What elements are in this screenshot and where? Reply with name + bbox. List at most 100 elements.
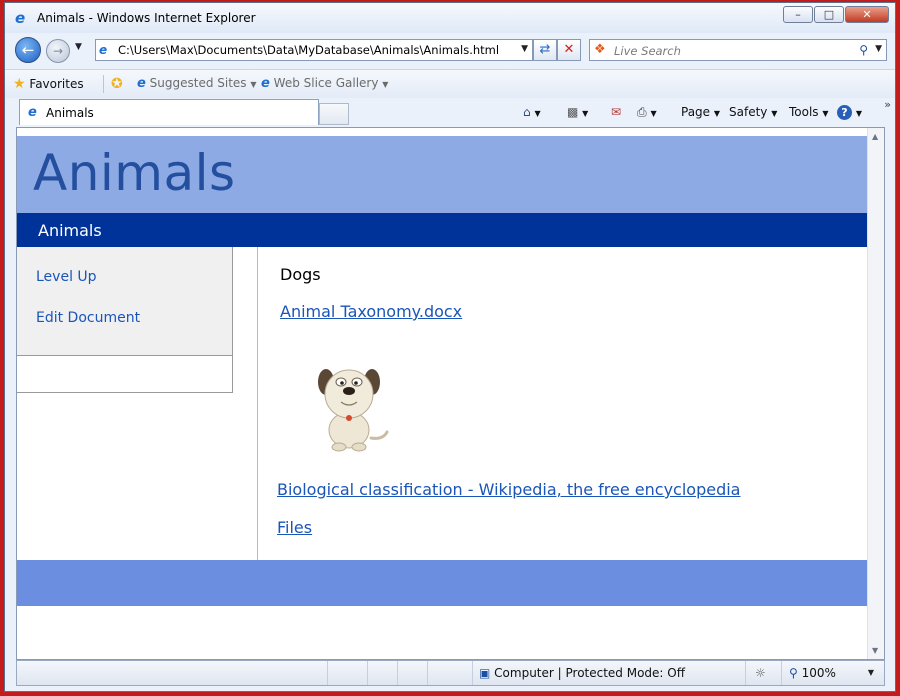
favorites-separator <box>103 75 104 93</box>
zoom-level[interactable]: ⚲ 100% <box>789 666 836 680</box>
refresh-icon: ⇄ <box>539 42 551 57</box>
left-navigation-panel: Level Up Edit Document <box>17 247 233 356</box>
page-icon: e <box>99 43 108 57</box>
favorites-star-icon: ★ <box>13 76 26 92</box>
zoom-label: 100% <box>801 666 836 680</box>
tools-menu[interactable]: Tools ▼ <box>789 105 829 119</box>
print-button[interactable]: ⎙ ▼ <box>637 105 657 120</box>
title-bar: e Animals - Windows Internet Explorer – … <box>5 3 895 33</box>
help-menu[interactable]: ? ▼ <box>837 105 862 120</box>
chevron-down-icon: ▼ <box>713 109 721 118</box>
magnifier-icon[interactable]: ⚲ <box>859 43 868 57</box>
vertical-scrollbar[interactable]: ▲ ▼ <box>867 128 884 659</box>
browser-window: e Animals - Windows Internet Explorer – … <box>4 2 896 692</box>
scroll-down-icon[interactable]: ▼ <box>872 646 878 655</box>
chevron-down-icon: ▼ <box>650 109 657 118</box>
suggested-sites-link[interactable]: e Suggested Sites ▼ <box>137 76 257 91</box>
biological-classification-link[interactable]: Biological classification - Wikipedia, t… <box>277 480 740 499</box>
security-zone-label: Computer | Protected Mode: Off <box>494 666 686 680</box>
forward-button[interactable]: → <box>46 39 70 63</box>
address-bar[interactable]: e C:\Users\Max\Documents\Data\MyDatabase… <box>95 39 533 61</box>
status-divider <box>745 661 746 685</box>
status-divider <box>781 661 782 685</box>
tab-page-icon: e <box>28 105 37 120</box>
favorites-button[interactable]: ★ Favorites <box>13 76 84 92</box>
minimize-button[interactable]: – <box>783 6 813 23</box>
chevron-down-icon: ▼ <box>250 80 257 89</box>
protected-mode-icon[interactable]: ☼ <box>755 666 766 680</box>
help-icon: ? <box>837 105 852 120</box>
add-favorites-icon: ✪ <box>111 76 123 92</box>
chevron-down-icon: ▼ <box>771 109 778 118</box>
ie-page-icon: e <box>261 76 270 91</box>
search-input[interactable]: Live Search <box>614 44 681 58</box>
status-divider <box>472 661 473 685</box>
scroll-up-icon[interactable]: ▲ <box>872 132 878 141</box>
status-bar: ▣ Computer | Protected Mode: Off ☼ ⚲ 100… <box>16 660 885 686</box>
status-divider <box>427 661 428 685</box>
status-divider <box>397 661 398 685</box>
chevron-down-icon: ▼ <box>582 109 589 118</box>
status-divider <box>367 661 368 685</box>
left-panel-empty-box <box>17 356 233 393</box>
zoom-icon: ⚲ <box>789 666 798 680</box>
window-title: Animals - Windows Internet Explorer <box>37 11 256 25</box>
address-row: ← → ▼ e C:\Users\Max\Documents\Data\MyDa… <box>5 33 895 67</box>
back-button[interactable]: ← <box>15 37 41 63</box>
window-controls: – □ ✕ <box>783 6 889 23</box>
tools-menu-label: Tools <box>789 105 819 119</box>
forward-arrow-icon: → <box>52 44 64 58</box>
chevron-down-icon: ▼ <box>822 109 829 118</box>
page-footer-band <box>17 560 868 606</box>
mail-icon: ✉ <box>611 105 622 119</box>
page-menu-label: Page <box>681 105 711 119</box>
animal-taxonomy-doc-link[interactable]: Animal Taxonomy.docx <box>280 302 462 321</box>
page-title: Animals <box>33 144 236 202</box>
page-viewport: Animals Animals Level Up Edit Document D… <box>16 127 885 660</box>
back-arrow-icon: ← <box>21 41 35 59</box>
home-button[interactable]: ⌂ ▼ <box>523 105 541 119</box>
status-divider <box>327 661 328 685</box>
refresh-button[interactable]: ⇄ <box>533 39 557 61</box>
section-heading: Dogs <box>280 265 321 284</box>
read-mail-button[interactable]: ✉ <box>611 105 621 119</box>
web-slice-gallery-link[interactable]: e Web Slice Gallery ▼ <box>261 76 388 91</box>
edit-document-link[interactable]: Edit Document <box>36 310 140 326</box>
safety-menu-label: Safety <box>729 105 768 119</box>
close-button[interactable]: ✕ <box>845 6 889 23</box>
page-menu[interactable]: Page ▼ <box>681 105 720 119</box>
ie-page-icon: e <box>137 76 146 91</box>
rss-feed-icon: ▩ <box>567 105 579 119</box>
files-link[interactable]: Files <box>277 518 312 537</box>
printer-icon: ⎙ <box>637 105 647 119</box>
page-nav-band: Animals <box>17 213 868 247</box>
tab-row: e Animals ⌂ ▼ ▩ ▼ ✉ ⎙ ▼ Page ▼ Safety ▼ … <box>5 97 895 127</box>
add-to-favorites-button[interactable]: ✪ <box>111 76 123 92</box>
feeds-button[interactable]: ▩ ▼ <box>567 105 588 119</box>
web-slice-gallery-label: Web Slice Gallery <box>273 76 379 90</box>
stop-icon: ✕ <box>563 42 575 57</box>
search-box[interactable]: ❖ Live Search ⚲ ▼ <box>589 39 887 61</box>
address-dropdown-icon[interactable]: ▼ <box>521 44 528 54</box>
recent-pages-dropdown[interactable]: ▼ <box>75 42 82 52</box>
page-header-band: Animals <box>17 136 868 213</box>
new-tab-button[interactable] <box>319 103 349 125</box>
maximize-button[interactable]: □ <box>814 6 844 23</box>
stop-button[interactable]: ✕ <box>557 39 581 61</box>
favorites-label: Favorites <box>29 77 84 91</box>
chevron-down-icon: ▼ <box>534 109 541 118</box>
favorites-bar: ★ Favorites ✪ e Suggested Sites ▼ e Web … <box>5 69 895 98</box>
more-commands-icon[interactable]: » <box>884 98 891 111</box>
tab-animals[interactable]: e Animals <box>19 99 319 125</box>
address-input[interactable]: C:\Users\Max\Documents\Data\MyDatabase\A… <box>118 43 499 57</box>
windows-logo-icon: ❖ <box>594 42 606 57</box>
security-zone[interactable]: ▣ Computer | Protected Mode: Off <box>479 666 685 680</box>
column-divider <box>257 247 258 560</box>
level-up-link[interactable]: Level Up <box>36 269 97 285</box>
dog-clipart <box>318 369 389 452</box>
suggested-sites-label: Suggested Sites <box>149 76 247 90</box>
computer-zone-icon: ▣ <box>479 666 491 680</box>
zoom-dropdown-icon[interactable]: ▼ <box>868 668 874 677</box>
safety-menu[interactable]: Safety ▼ <box>729 105 777 119</box>
search-options-dropdown[interactable]: ▼ <box>875 44 882 54</box>
